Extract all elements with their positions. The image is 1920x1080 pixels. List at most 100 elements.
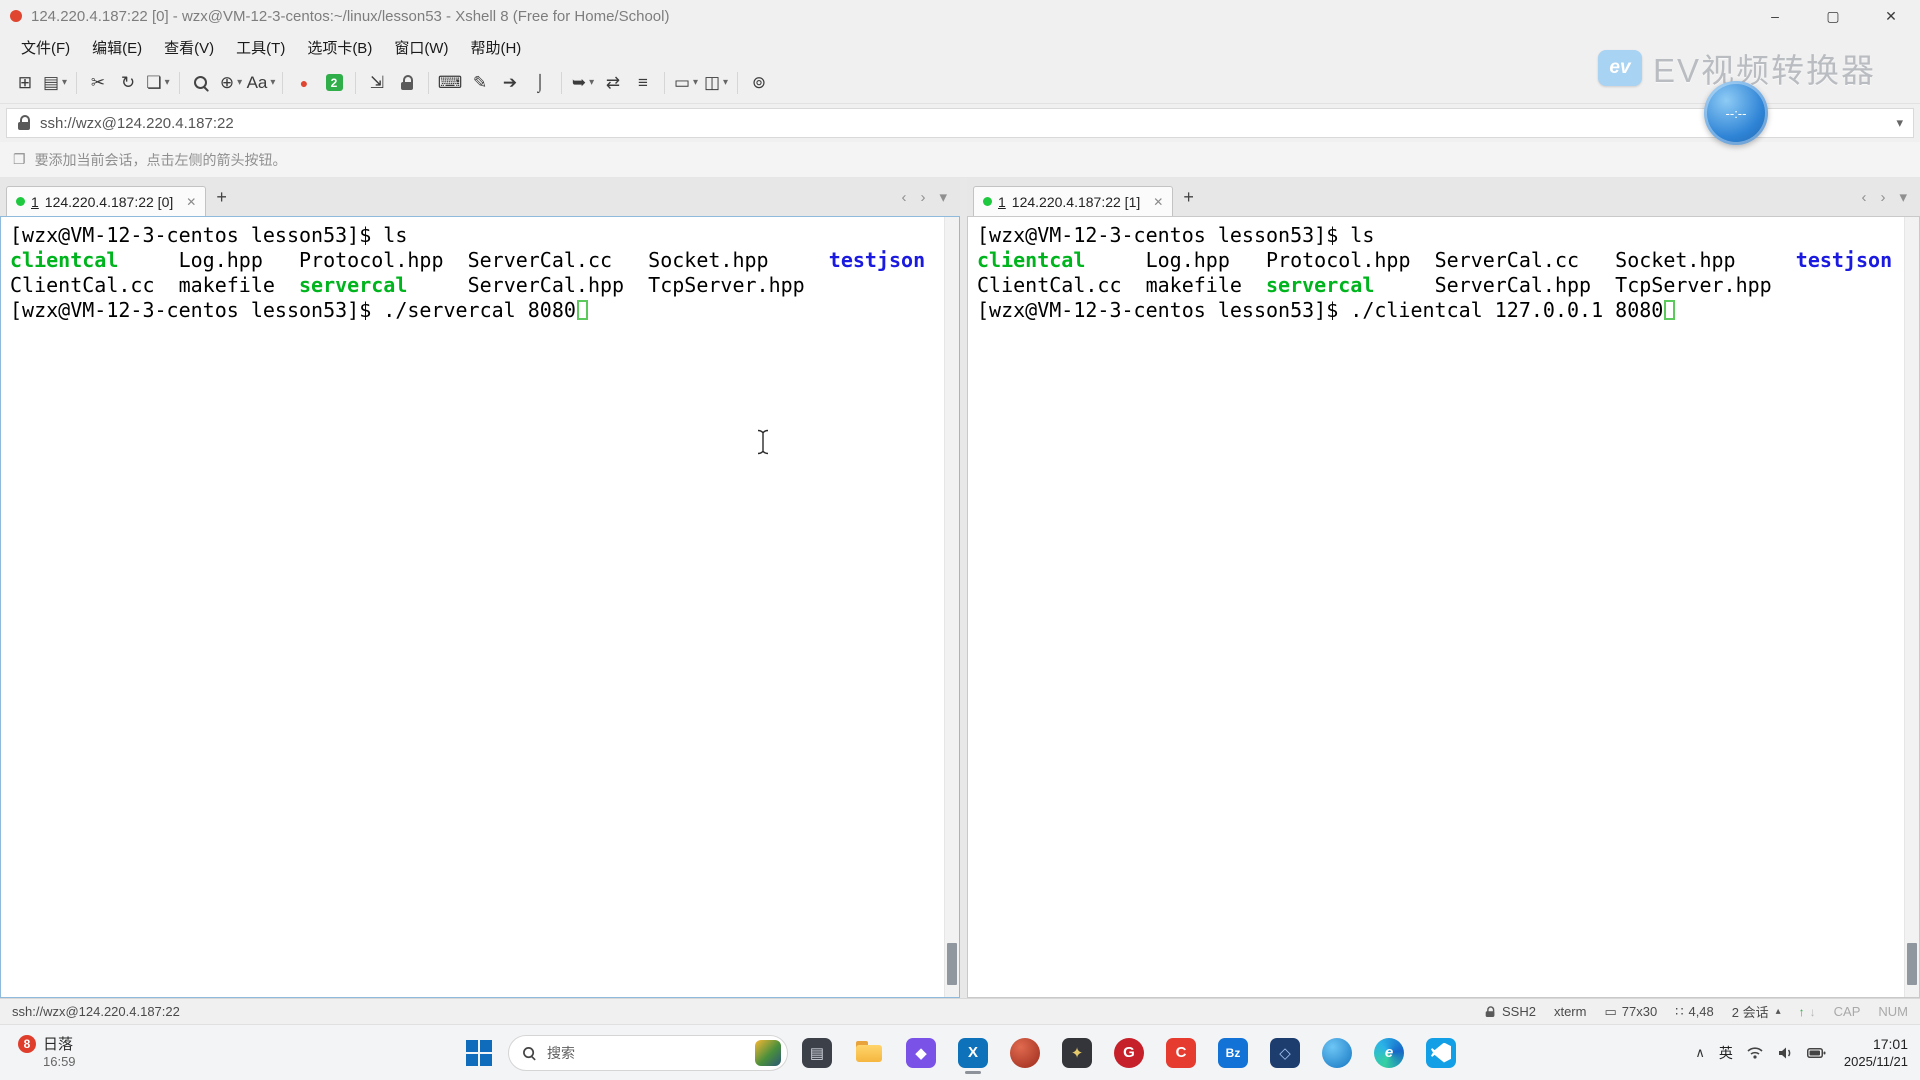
taskbar-app-c[interactable]: C [1158,1029,1204,1077]
highlight-green-button[interactable]: 2 [319,68,349,98]
maximize-button[interactable]: ▢ [1804,0,1862,32]
taskbar-app-edge[interactable]: e [1366,1029,1412,1077]
status-session-count[interactable]: 2 会话▴ [1732,1002,1781,1021]
duplicate-session-button[interactable]: ❏ [143,68,173,98]
pane-divider[interactable] [960,178,967,998]
highlight-red-button[interactable]: ● [289,68,319,98]
terminal-left[interactable]: [wzx@VM-12-3-centos lesson53]$ ls client… [0,216,960,998]
keyboard-button[interactable]: ⌨ [435,68,465,98]
protocol-label: SSH2 [1502,1004,1536,1019]
log-button[interactable]: ≡ [628,68,658,98]
tab-menu-icon[interactable]: ▾ [1892,188,1914,206]
new-tab-button[interactable]: + [216,187,227,208]
volume-icon[interactable] [1777,1046,1793,1060]
status-cursor-position: ∷4,48 [1675,1004,1714,1020]
taskbar-app-purple[interactable]: ◆ [898,1029,944,1077]
new-window-button[interactable]: ▭ [671,68,701,98]
taskbar-app-dark-tool[interactable]: ▤ [794,1029,840,1077]
hidden-icons-button[interactable]: ∧ [1695,1045,1705,1061]
session-connected-icon [16,197,25,206]
info-bar: ❐ 要添加当前会话，点击左侧的箭头按钮。 [0,142,1920,178]
fullscreen-button[interactable]: ⇲ [362,68,392,98]
menu-help[interactable]: 帮助(H) [459,33,532,62]
taskbar-search[interactable]: 搜索 [508,1035,788,1071]
battery-icon[interactable] [1807,1047,1826,1059]
send-file-button[interactable]: ➥ [568,68,598,98]
font-button[interactable]: Aa [246,68,276,98]
network-icon[interactable] [1747,1046,1763,1060]
terminal-scrollbar[interactable] [1904,217,1919,997]
reconnect-button[interactable]: ↻ [113,68,143,98]
menu-window[interactable]: 窗口(W) [383,33,459,62]
taskbar-app-red-ball[interactable] [1002,1029,1048,1077]
taskbar-app-xshell[interactable]: X [950,1029,996,1077]
title-bar: 124.220.4.187:22 [0] - wzx@VM-12-3-cento… [0,0,1920,32]
mouse-text-cursor [756,429,770,455]
purple-app-icon: ◆ [906,1038,936,1068]
open-sessions-button[interactable]: ▤ [40,68,70,98]
terminal-text-exec: clientcal [977,248,1085,272]
lock-screen-button[interactable] [392,68,422,98]
scrollbar-thumb[interactable] [1907,943,1917,985]
terminal-line: [wzx@VM-12-3-centos lesson53]$ ls [10,223,959,248]
window-controls: – ▢ ✕ [1746,0,1920,32]
tab-close-icon[interactable]: ✕ [186,195,196,209]
position-label: 4,48 [1688,1004,1713,1019]
menu-tools[interactable]: 工具(T) [225,33,296,62]
taskbar-clock[interactable]: 17:01 2025/11/21 [1844,1035,1908,1070]
start-button[interactable] [456,1029,502,1077]
session-properties-button[interactable]: ⊚ [744,68,774,98]
new-tab-button[interactable]: + [1183,187,1194,208]
reconnect-icon: ↻ [121,74,135,91]
address-input[interactable]: ssh://wzx@124.220.4.187:22 [40,115,1887,132]
tab-session-1[interactable]: 1 124.220.4.187:22 [1] ✕ [973,186,1173,216]
scrollbar-thumb[interactable] [947,943,957,985]
edit-button[interactable]: ✎ [465,68,495,98]
tab-session-0[interactable]: 1 124.220.4.187:22 [0] ✕ [6,186,206,216]
menu-tabs[interactable]: 选项卡(B) [296,33,383,62]
tab-menu-icon[interactable]: ▾ [932,188,954,206]
size-icon: ▭ [1604,1004,1616,1020]
tab-scroll-left-icon[interactable]: ‹ [1854,189,1873,206]
tab-scroll-right-icon[interactable]: › [1873,189,1892,206]
encoding-button[interactable]: ⊕ [216,68,246,98]
ime-indicator[interactable]: 英 [1719,1043,1733,1063]
taskbar-app-blue-ball[interactable] [1314,1029,1360,1077]
menu-edit[interactable]: 编辑(E) [81,33,153,62]
file-transfer-button[interactable]: ⇄ [598,68,628,98]
taskbar-app-file-explorer[interactable] [846,1029,892,1077]
terminal-line: [wzx@VM-12-3-centos lesson53]$ ls [977,223,1919,248]
terminal-text: ServerCal.hpp TcpServer.hpp [407,273,804,297]
weather-widget[interactable]: 8 日落 16:59 [10,1025,84,1080]
taskbar-app-bandizip[interactable]: Bz [1210,1029,1256,1077]
menu-view[interactable]: 查看(V) [153,33,225,62]
taskbar-app-darkblue[interactable]: ◇ [1262,1029,1308,1077]
taskbar-app-vscode[interactable] [1418,1029,1464,1077]
send-text-button[interactable]: ➔ [495,68,525,98]
address-bar[interactable]: ssh://wzx@124.220.4.187:22 ▾ [6,108,1914,138]
minimize-button[interactable]: – [1746,0,1804,32]
disconnect-button[interactable]: ✂ [83,68,113,98]
tile-windows-button[interactable]: ◫ [701,68,731,98]
compose-pane-button[interactable]: ⌡ [525,68,555,98]
find-button[interactable] [186,68,216,98]
taskbar-app-gitee[interactable]: G [1106,1029,1152,1077]
close-button[interactable]: ✕ [1862,0,1920,32]
menu-bar: 文件(F) 编辑(E) 查看(V) 工具(T) 选项卡(B) 窗口(W) 帮助(… [0,32,1920,62]
clock-date: 2025/11/21 [1844,1054,1908,1071]
ev-floating-ball[interactable]: --:-- [1704,81,1768,145]
terminal-text-exec: servercal [1266,273,1374,297]
taskbar-app-dark-2[interactable]: ✦ [1054,1029,1100,1077]
terminal-right[interactable]: [wzx@VM-12-3-centos lesson53]$ ls client… [967,216,1920,998]
green-2-icon: 2 [326,74,343,91]
session-connected-icon [983,197,992,206]
new-session-button[interactable]: ⊞ [10,68,40,98]
toolbar-separator [282,72,283,94]
tab-scroll-left-icon[interactable]: ‹ [894,189,913,206]
tab-close-icon[interactable]: ✕ [1153,195,1163,209]
address-dropdown-icon[interactable]: ▾ [1896,115,1903,131]
tab-scroll-right-icon[interactable]: › [913,189,932,206]
menu-file[interactable]: 文件(F) [10,33,81,62]
terminal-scrollbar[interactable] [944,217,959,997]
terminal-pane-right: 1 124.220.4.187:22 [1] ✕ + ‹ › ▾ [wzx@VM… [967,178,1920,998]
